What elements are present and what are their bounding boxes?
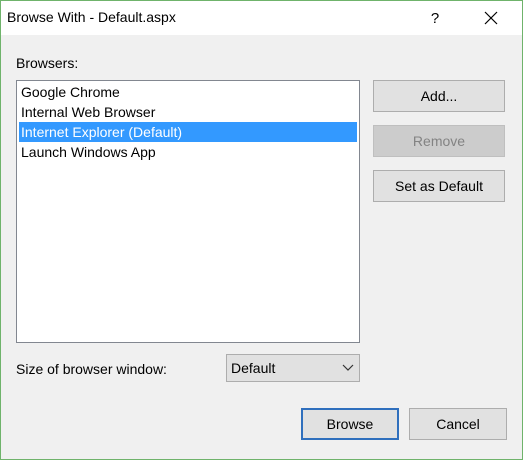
browser-window-size-label: Size of browser window: xyxy=(16,361,167,377)
help-button[interactable]: ? xyxy=(412,1,458,35)
set-as-default-button[interactable]: Set as Default xyxy=(373,170,505,202)
browse-button[interactable]: Browse xyxy=(301,408,399,440)
close-button[interactable] xyxy=(468,1,514,35)
window-title: Browse With - Default.aspx xyxy=(7,9,176,25)
title-bar[interactable]: Browse With - Default.aspx ? xyxy=(1,1,522,35)
dialog-body: Browsers: Google Chrome Internal Web Bro… xyxy=(1,35,522,459)
close-icon xyxy=(484,11,498,25)
browser-window-size-value: Default xyxy=(231,360,276,376)
cancel-button[interactable]: Cancel xyxy=(409,408,507,440)
browse-with-dialog: Browse With - Default.aspx ? Browsers: G… xyxy=(0,0,523,460)
add-button[interactable]: Add... xyxy=(373,80,505,112)
list-item[interactable]: Internal Web Browser xyxy=(19,102,357,122)
chevron-down-icon xyxy=(342,364,354,371)
list-item[interactable]: Launch Windows App xyxy=(19,142,357,162)
list-item[interactable]: Google Chrome xyxy=(19,82,357,102)
browser-window-size-select[interactable]: Default xyxy=(226,354,360,382)
list-item-selected[interactable]: Internet Explorer (Default) xyxy=(19,122,357,142)
browsers-label: Browsers: xyxy=(16,55,79,71)
remove-button[interactable]: Remove xyxy=(373,125,505,157)
browsers-listbox[interactable]: Google Chrome Internal Web Browser Inter… xyxy=(16,80,360,343)
